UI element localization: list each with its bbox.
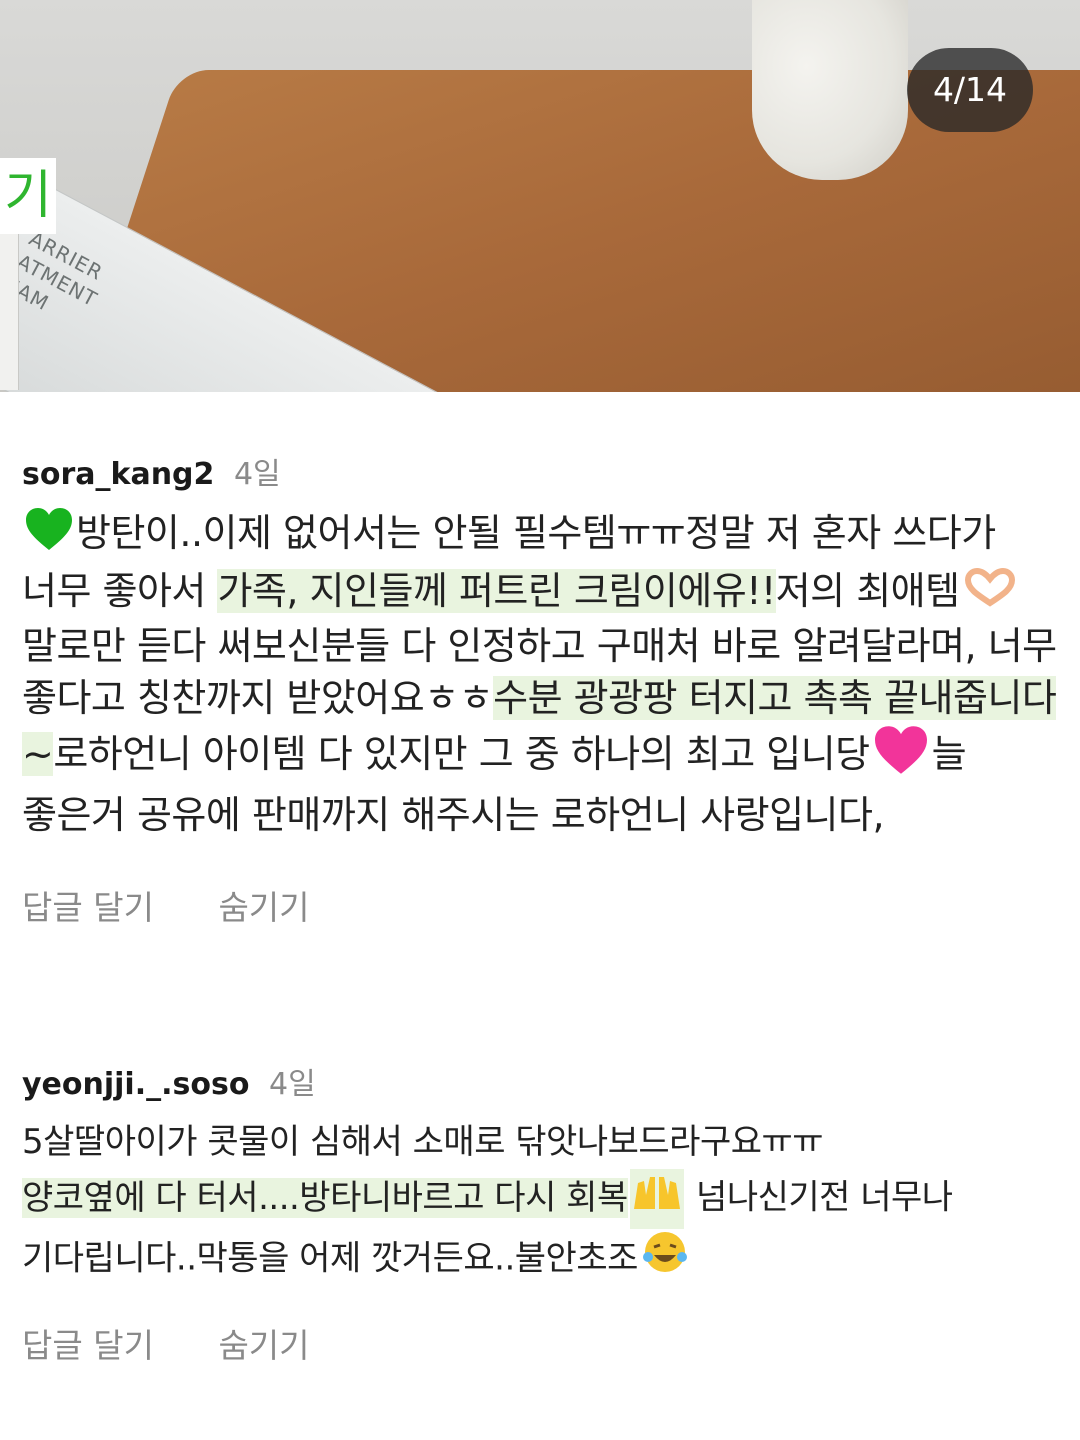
image-counter-badge: 4/14 bbox=[907, 48, 1033, 132]
comment-text: 방탄이..이제 없어서는 안될 필수템ㅠㅠ정말 저 혼자 쓰다가 너무 좋아서 … bbox=[22, 506, 1062, 841]
comment-username[interactable]: sora_kang2 bbox=[22, 457, 214, 492]
comment-time: 4일 bbox=[269, 1067, 316, 1102]
photo-side-label: 기 bbox=[0, 158, 56, 234]
hide-button[interactable]: 숨기기 bbox=[218, 888, 309, 927]
green-heart-icon bbox=[24, 506, 74, 565]
pink-heart-icon bbox=[872, 724, 930, 789]
heart-hands-icon bbox=[962, 567, 1018, 620]
comment-actions: 답글 달기 숨기기 bbox=[22, 883, 1062, 933]
comment-actions: 답글 달기 숨기기 bbox=[22, 1321, 1062, 1371]
post-photo[interactable]: ARRIER ATMENT EAM 기 4/14 bbox=[0, 0, 1080, 392]
comment-time: 4일 bbox=[233, 457, 281, 492]
raising-hands-icon bbox=[629, 1169, 684, 1229]
hide-button[interactable]: 숨기기 bbox=[218, 1326, 309, 1365]
comment-header: yeonjji._.soso 4일 bbox=[22, 1060, 1062, 1110]
reply-button[interactable]: 답글 달기 bbox=[22, 1326, 154, 1365]
tears-of-joy-icon bbox=[640, 1229, 690, 1291]
comment: yeonjji._.soso 4일 5살딸아이가 콧물이 심해서 소매로 닦앗나… bbox=[22, 1060, 1062, 1371]
comment-username[interactable]: yeonjji._.soso bbox=[22, 1067, 249, 1102]
comment: sora_kang2 4일 방탄이..이제 없어서는 안될 필수템ㅠㅠ정말 저 … bbox=[22, 450, 1062, 933]
photo-jar bbox=[0, 230, 19, 390]
comment-header: sora_kang2 4일 bbox=[22, 450, 1062, 500]
comment-text: 5살딸아이가 콧물이 심해서 소매로 닦앗나보드라구요ㅠㅠ 양코옆에 다 터서..… bbox=[22, 1116, 1062, 1291]
reply-button[interactable]: 답글 달기 bbox=[22, 888, 154, 927]
photo-vase bbox=[752, 0, 908, 180]
